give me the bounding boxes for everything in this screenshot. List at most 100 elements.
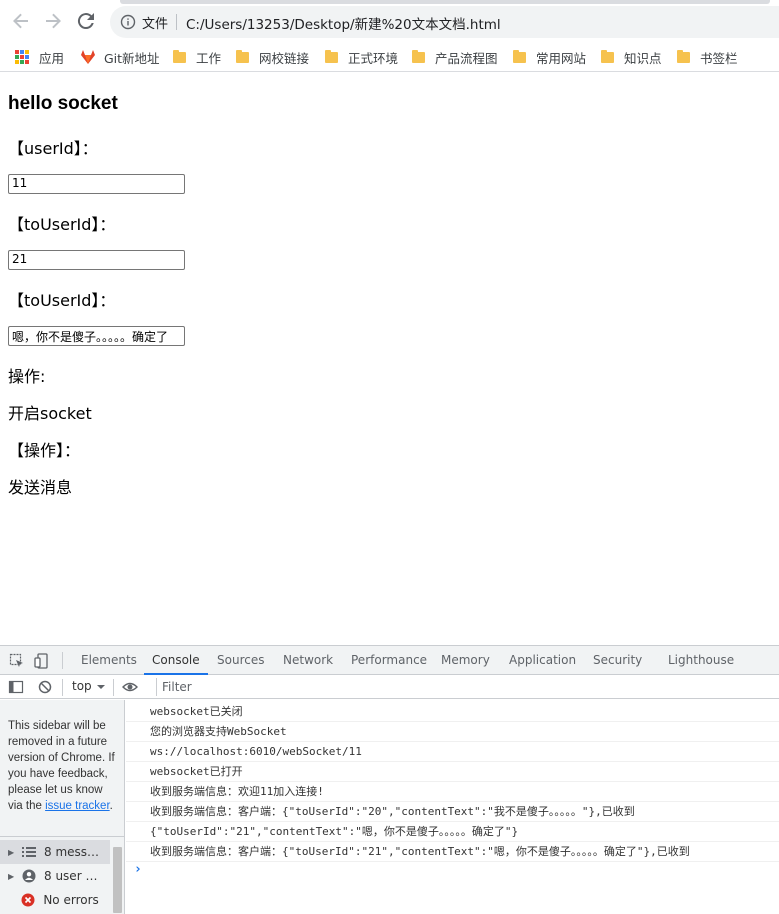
console-prompt[interactable]: › <box>134 862 142 877</box>
issue-tracker-link[interactable]: issue tracker <box>45 800 110 812</box>
bookmark-school-links[interactable]: 网校链接 <box>236 47 309 67</box>
bookmark-label: 网校链接 <box>259 50 310 66</box>
devtools-tab-bar: Elements Console Sources Network Perform… <box>0 646 779 675</box>
bookmark-label: 产品流程图 <box>435 50 498 66</box>
bookmark-knowledge[interactable]: 知识点 <box>601 47 662 67</box>
bookmarks-bar: 应用 Git新地址 工作 网校链接 正式环境 产品流程图 常用网站 知识点 书签… <box>0 42 779 72</box>
forward-arrow-icon[interactable] <box>41 9 65 33</box>
folder-icon <box>412 49 425 63</box>
console-sidebar: This sidebar will be removed in a future… <box>0 700 125 914</box>
operation-label: 操作: <box>8 367 46 386</box>
open-socket-link[interactable]: 开启socket <box>8 400 92 424</box>
console-message: {"toUserId":"21","contentText":"嗯，你不是傻子。… <box>126 822 779 842</box>
folder-icon <box>236 49 249 63</box>
address-bar[interactable]: 文件 C:/Users/13253/Desktop/新建%20文本文档.html <box>110 6 779 38</box>
folder-icon <box>601 49 614 63</box>
bookmark-bookmarks-bar[interactable]: 书签栏 <box>677 47 738 67</box>
apps-grid-icon <box>15 50 29 64</box>
bookmark-label: 工作 <box>196 50 222 66</box>
security-label[interactable]: 文件 <box>142 13 168 32</box>
url-text[interactable]: C:/Users/13253/Desktop/新建%20文本文档.html <box>186 13 501 33</box>
omnibox-divider <box>176 14 177 30</box>
bookmark-label: 应用 <box>39 50 65 66</box>
tab-performance[interactable]: Performance <box>351 646 427 675</box>
tab-memory[interactable]: Memory <box>441 646 490 675</box>
bookmark-product-flow[interactable]: 产品流程图 <box>412 47 498 67</box>
console-message: 收到服务端信息：欢迎11加入连接! <box>126 782 779 802</box>
send-message-link[interactable]: 发送消息 <box>8 474 72 498</box>
error-icon <box>21 893 35 907</box>
device-toolbar-icon[interactable] <box>34 653 50 669</box>
filter-input[interactable]: Filter <box>156 678 456 696</box>
list-icon <box>22 845 36 859</box>
bookmark-apps[interactable]: 应用 <box>15 47 64 67</box>
sidebar-item-user-messages[interactable]: ▶ 8 user m... <box>0 864 110 888</box>
sidebar-item-errors[interactable]: No errors <box>0 888 110 912</box>
console-message: ws://localhost:6010/webSocket/11 <box>126 742 779 762</box>
expand-triangle-icon[interactable]: ▶ <box>8 872 22 881</box>
gitlab-icon <box>81 50 95 64</box>
bookmark-production[interactable]: 正式环境 <box>325 47 398 67</box>
console-message: websocket已关闭 <box>126 702 779 722</box>
back-arrow-icon[interactable] <box>9 9 33 33</box>
devtools-panel: Elements Console Sources Network Perform… <box>0 645 779 914</box>
operation-label-2: 【操作】： <box>8 441 81 460</box>
to-user-id-input[interactable]: 21 <box>8 250 185 270</box>
sidebar-divider <box>0 836 125 837</box>
content-label: 【toUserId】： <box>8 291 116 310</box>
toolbar-divider <box>62 652 63 669</box>
content-input[interactable]: 嗯，你不是傻子。。。。。确定了 <box>8 326 185 346</box>
page-title: hello socket <box>8 93 118 114</box>
user-id-label: 【userId】： <box>8 139 98 158</box>
folder-icon <box>325 49 338 63</box>
context-selector[interactable]: top <box>72 679 92 693</box>
info-icon[interactable] <box>120 14 136 30</box>
bookmark-work[interactable]: 工作 <box>173 47 221 67</box>
sidebar-item-label: No errors <box>43 893 99 907</box>
bookmark-label: 知识点 <box>624 50 662 66</box>
console-filter-bar: top Filter <box>0 675 779 699</box>
sidebar-item-label: 8 user m... <box>44 869 100 883</box>
console-message: 您的浏览器支持WebSocket <box>126 722 779 742</box>
sidebar-toggle-icon[interactable] <box>8 679 24 695</box>
scrollbar-thumb[interactable] <box>113 847 122 913</box>
folder-icon <box>677 49 690 63</box>
tab-elements[interactable]: Elements <box>81 646 137 675</box>
user-id-input[interactable]: 11 <box>8 174 185 194</box>
reload-icon[interactable] <box>74 9 98 33</box>
sidebar-note-end: . <box>109 800 113 812</box>
toolbar-divider <box>113 679 114 696</box>
tab-network[interactable]: Network <box>283 646 333 675</box>
console-message: websocket已打开 <box>126 762 779 782</box>
tab-sources[interactable]: Sources <box>217 646 264 675</box>
sidebar-item-messages[interactable]: ▶ 8 messa... <box>0 840 110 864</box>
clear-console-icon[interactable] <box>37 679 53 695</box>
user-icon <box>22 869 36 883</box>
tab-security[interactable]: Security <box>593 646 642 675</box>
console-message: 收到服务端信息：客户端：{"toUserId":"20","contentTex… <box>126 802 779 822</box>
bookmark-git[interactable]: Git新地址 <box>80 47 160 67</box>
sidebar-scrollbar[interactable] <box>111 837 124 914</box>
sidebar-item-label: 8 messa... <box>44 845 100 859</box>
bookmark-label: Git新地址 <box>104 50 160 66</box>
toolbar-divider <box>62 679 63 696</box>
sidebar-deprecation-note: This sidebar will be removed in a future… <box>8 718 120 814</box>
bookmark-label: 书签栏 <box>700 50 738 66</box>
tab-application[interactable]: Application <box>509 646 576 675</box>
console-output: websocket已关闭 您的浏览器支持WebSocket ws://local… <box>126 700 779 914</box>
tab-lighthouse[interactable]: Lighthouse <box>668 646 734 675</box>
browser-toolbar: 文件 C:/Users/13253/Desktop/新建%20文本文档.html <box>0 0 779 42</box>
eye-icon[interactable] <box>122 679 138 695</box>
chevron-down-icon[interactable] <box>93 679 109 695</box>
tab-strip-edge <box>120 0 770 4</box>
tab-console[interactable]: Console <box>144 646 208 675</box>
folder-icon <box>513 49 526 63</box>
expand-triangle-icon[interactable]: ▶ <box>8 848 22 857</box>
folder-icon <box>173 49 186 63</box>
bookmark-label: 常用网站 <box>536 50 587 66</box>
bookmark-common-sites[interactable]: 常用网站 <box>513 47 586 67</box>
inspect-element-icon[interactable] <box>9 653 25 669</box>
sidebar-note-text: This sidebar will be removed in a future… <box>8 720 115 812</box>
console-message: 收到服务端信息：客户端：{"toUserId":"21","contentTex… <box>126 842 779 862</box>
to-user-id-label: 【toUserId】： <box>8 215 116 234</box>
